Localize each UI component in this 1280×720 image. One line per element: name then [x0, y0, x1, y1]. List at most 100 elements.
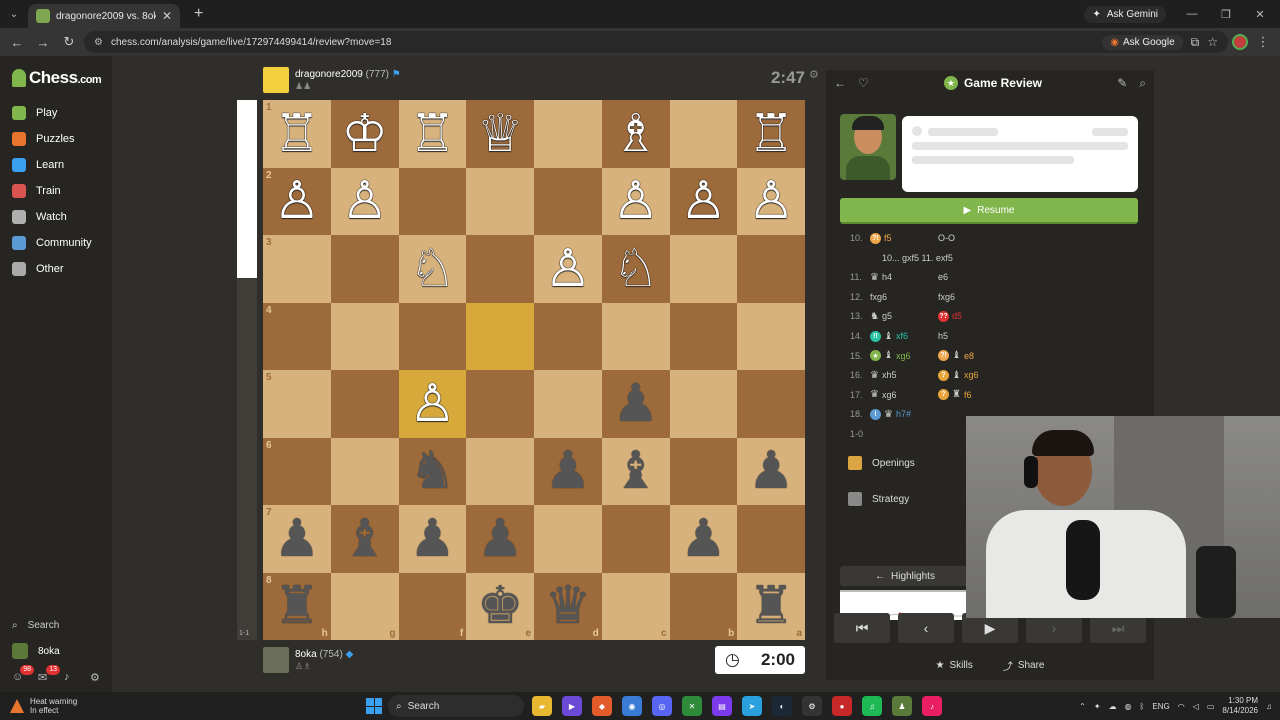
- magnifier-icon[interactable]: ⌕: [1139, 76, 1146, 91]
- white-rook-icon[interactable]: ♖: [737, 100, 805, 168]
- black-rook-icon[interactable]: ♜: [737, 573, 805, 641]
- square-h7[interactable]: 7 ♟: [263, 505, 331, 573]
- tiktok-icon[interactable]: ♪: [922, 696, 942, 716]
- spotify-icon[interactable]: ♫: [862, 696, 882, 716]
- square-c3[interactable]: ♘: [601, 235, 670, 303]
- black-bishop-icon[interactable]: ♝: [602, 438, 670, 506]
- black-move[interactable]: e6: [938, 272, 1018, 282]
- square-g5[interactable]: [330, 370, 399, 438]
- chess-logo[interactable]: Chess.com: [0, 56, 112, 88]
- white-knight-icon[interactable]: ♘: [399, 235, 467, 303]
- white-move[interactable]: ♛ xh5: [870, 370, 938, 381]
- square-f3[interactable]: ♘: [398, 235, 467, 303]
- app-icon[interactable]: ▤: [712, 696, 732, 716]
- square-g8[interactable]: g: [330, 572, 399, 640]
- square-a6[interactable]: ♟: [737, 437, 805, 506]
- white-move[interactable]: ♛ h4: [870, 272, 938, 283]
- onedrive-icon[interactable]: ☁: [1109, 702, 1117, 711]
- close-window-icon[interactable]: ✕: [1252, 8, 1268, 21]
- weather-widget[interactable]: Heat warning In effect: [0, 697, 200, 715]
- square-c5[interactable]: ♟: [601, 370, 670, 438]
- square-f1[interactable]: ♖: [398, 100, 467, 168]
- top-player-name[interactable]: dragonore2009: [295, 69, 363, 80]
- square-e3[interactable]: [466, 235, 534, 303]
- recorder-icon[interactable]: ●: [832, 696, 852, 716]
- square-c6[interactable]: ♝: [601, 437, 670, 506]
- black-move[interactable]: O-O: [938, 233, 1018, 243]
- ask-google-button[interactable]: ◉ Ask Google: [1102, 34, 1183, 50]
- square-c8[interactable]: c: [601, 572, 670, 640]
- windows-start-icon[interactable]: [366, 698, 382, 714]
- white-queen-icon[interactable]: ♕: [466, 100, 534, 168]
- browser-menu-icon[interactable]: ⋮: [1252, 31, 1274, 53]
- white-bishop-icon[interactable]: ♗: [602, 100, 670, 168]
- square-d6[interactable]: ♟: [534, 437, 602, 506]
- square-c2[interactable]: ♙: [601, 167, 670, 235]
- square-a2[interactable]: ♙: [737, 167, 805, 236]
- square-d3[interactable]: ♙: [534, 235, 602, 303]
- square-d7[interactable]: [534, 505, 602, 573]
- black-rook-icon[interactable]: ♜: [263, 573, 331, 641]
- black-queen-icon[interactable]: ♛: [534, 573, 602, 641]
- tray-app-icon[interactable]: ◍: [1125, 702, 1132, 711]
- chess-app-icon[interactable]: ♟: [892, 696, 912, 716]
- file-explorer-icon[interactable]: ▰: [532, 696, 552, 716]
- square-f2[interactable]: [398, 167, 467, 235]
- white-pawn-icon[interactable]: ♙: [399, 370, 467, 438]
- square-h2[interactable]: 2 ♙: [263, 167, 331, 235]
- black-pawn-icon[interactable]: ♟: [263, 505, 331, 573]
- white-move[interactable]: ! ♛ h7#: [870, 408, 938, 420]
- square-b3[interactable]: [669, 235, 738, 303]
- square-g4[interactable]: [330, 302, 399, 370]
- sidebar-search[interactable]: ⌕ Search: [0, 612, 112, 638]
- square-d1[interactable]: [534, 100, 602, 168]
- square-b5[interactable]: [669, 370, 738, 438]
- install-icon[interactable]: ⧉: [1191, 35, 1200, 50]
- black-move[interactable]: ? ♝ xg6: [938, 369, 1018, 381]
- square-a1[interactable]: ♖: [737, 100, 805, 168]
- white-move[interactable]: fxg6: [870, 292, 938, 302]
- square-e7[interactable]: ♟: [466, 505, 534, 573]
- board-settings-icon[interactable]: ⚙: [809, 68, 819, 81]
- black-move[interactable]: fxg6: [938, 292, 1018, 302]
- new-tab-icon[interactable]: +: [194, 5, 203, 23]
- square-e2[interactable]: [466, 167, 534, 235]
- square-b8[interactable]: b: [669, 572, 738, 640]
- square-a4[interactable]: [737, 302, 805, 370]
- square-h1[interactable]: 1 ♖: [263, 100, 331, 168]
- white-pawn-icon[interactable]: ♙: [331, 168, 399, 236]
- white-rook-icon[interactable]: ♖: [263, 100, 331, 168]
- black-move[interactable]: ?! ♝ e8: [938, 350, 1018, 362]
- black-king-icon[interactable]: ♚: [466, 573, 534, 641]
- notification-bell-icon[interactable]: ♫: [1266, 702, 1272, 711]
- wifi-icon[interactable]: ◠: [1178, 702, 1185, 711]
- notifications-icon[interactable]: ♪: [64, 671, 78, 685]
- bookmark-star-icon[interactable]: ☆: [1207, 35, 1218, 49]
- white-rook-icon[interactable]: ♖: [399, 100, 467, 168]
- white-move[interactable]: ♛ xg6: [870, 389, 938, 400]
- pin-icon[interactable]: ✎: [1117, 76, 1127, 90]
- back-arrow-icon[interactable]: ←: [834, 76, 846, 90]
- black-move[interactable]: h5: [938, 331, 1018, 341]
- sidebar-item-train[interactable]: Train: [0, 178, 112, 204]
- black-pawn-icon[interactable]: ♟: [737, 438, 805, 506]
- black-pawn-icon[interactable]: ♟: [534, 438, 602, 506]
- bottom-player-name[interactable]: 8oka: [295, 649, 317, 660]
- square-d8[interactable]: d ♛: [534, 572, 602, 641]
- sidebar-item-community[interactable]: Community: [0, 230, 112, 256]
- variation-line[interactable]: 10... gxf5 11. exf5: [840, 253, 953, 263]
- skills-button[interactable]: ★ Skills: [936, 660, 973, 671]
- battery-icon[interactable]: ▭: [1207, 702, 1215, 711]
- square-e5[interactable]: [466, 370, 534, 438]
- square-g7[interactable]: ♝: [330, 505, 399, 573]
- brave-icon[interactable]: ◆: [592, 696, 612, 716]
- white-king-icon[interactable]: ♔: [331, 100, 399, 168]
- square-a7[interactable]: [737, 505, 805, 573]
- black-pawn-icon[interactable]: ♟: [670, 505, 738, 573]
- white-pawn-icon[interactable]: ♙: [737, 168, 805, 236]
- white-pawn-icon[interactable]: ♙: [670, 168, 738, 236]
- close-tab-icon[interactable]: ✕: [162, 9, 172, 23]
- site-info-icon[interactable]: ⚙: [94, 37, 103, 48]
- white-pawn-icon[interactable]: ♙: [534, 235, 602, 303]
- url-field[interactable]: ⚙ chess.com/analysis/game/live/172974499…: [84, 31, 1228, 53]
